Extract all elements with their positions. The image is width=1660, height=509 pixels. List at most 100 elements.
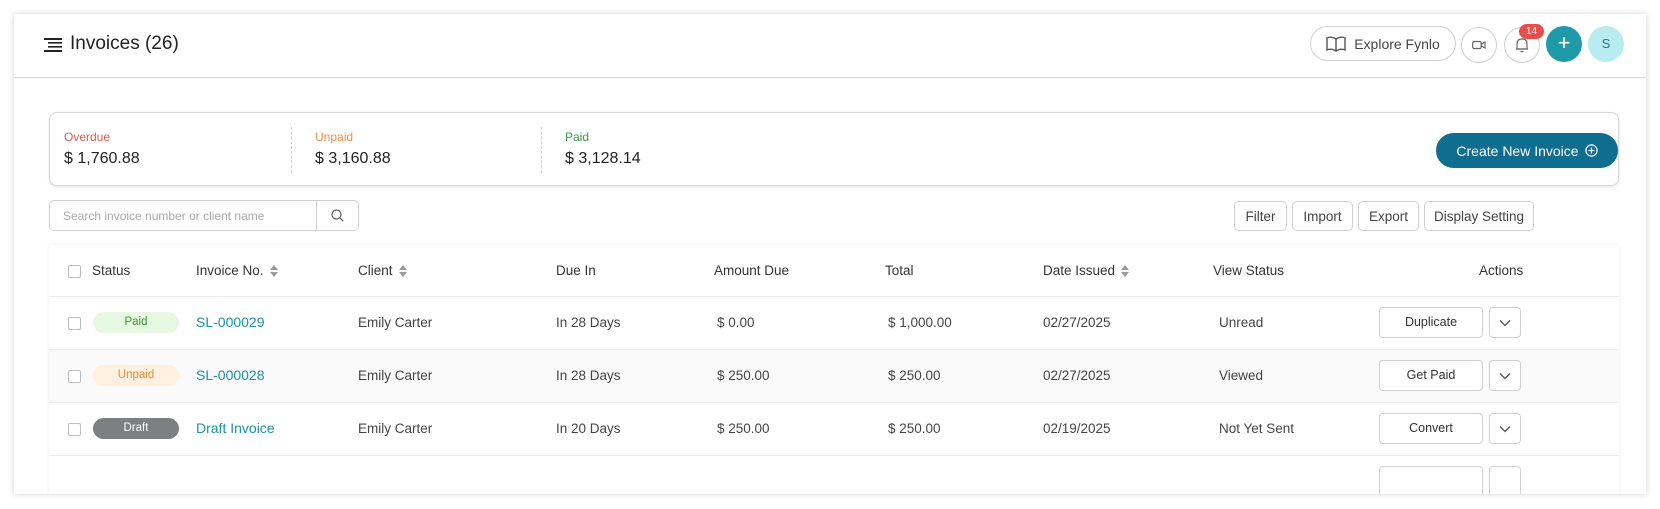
create-invoice-label: Create New Invoice: [1456, 142, 1579, 159]
row-actions-dropdown[interactable]: [1489, 413, 1521, 444]
paid-label: Paid: [565, 130, 590, 144]
header-date-issued-label: Date Issued: [1043, 263, 1116, 278]
total: $ 250.00: [888, 368, 941, 383]
row-actions-dropdown[interactable]: [1489, 466, 1521, 494]
display-setting-button[interactable]: Display Setting: [1424, 201, 1534, 231]
menu-icon[interactable]: [44, 38, 62, 52]
invoice-number-link[interactable]: Draft Invoice: [196, 420, 275, 436]
overdue-label: Overdue: [64, 130, 111, 144]
unpaid-stat: Unpaid $ 3,160.88: [315, 113, 535, 187]
header-date-issued[interactable]: Date Issued: [1043, 263, 1130, 278]
due-in: In 20 Days: [556, 421, 621, 436]
date-issued: 02/27/2025: [1043, 368, 1111, 383]
add-button[interactable]: +: [1546, 26, 1582, 62]
header-client[interactable]: Client: [358, 263, 407, 278]
avatar[interactable]: S: [1588, 26, 1624, 62]
sort-icon: [269, 264, 278, 277]
top-bar: Invoices (26) Explore Fynlo 14 + S: [14, 14, 1646, 78]
sort-icon: [1121, 264, 1130, 277]
plus-circle-icon: [1584, 144, 1598, 157]
search-bar: [49, 200, 359, 231]
client-name: Emily Carter: [358, 315, 433, 330]
row-checkbox[interactable]: [68, 317, 81, 330]
row-actions-dropdown[interactable]: [1489, 307, 1521, 338]
status-badge: Unpaid: [93, 365, 179, 386]
convert-button[interactable]: Convert: [1379, 413, 1483, 444]
invoice-number-link[interactable]: SL-000029: [196, 314, 265, 330]
table-row[interactable]: Unpaid SL-000028 Emily Carter In 28 Days…: [49, 350, 1619, 403]
video-icon: [1472, 40, 1486, 50]
page-title: Invoices (26): [70, 33, 179, 54]
amount-due: $ 250.00: [717, 421, 770, 436]
due-in: In 28 Days: [556, 368, 621, 383]
header-total: Total: [885, 263, 914, 278]
select-all-checkbox[interactable]: [68, 265, 81, 278]
header-invoice-no-label: Invoice No.: [196, 263, 264, 278]
search-input[interactable]: [50, 201, 316, 230]
status-badge: Paid: [93, 312, 179, 333]
table-row[interactable]: Draft Draft Invoice Emily Carter In 20 D…: [49, 403, 1619, 456]
due-in: In 28 Days: [556, 315, 621, 330]
row-actions-dropdown[interactable]: [1489, 360, 1521, 391]
explore-label: Explore Fynlo: [1354, 35, 1440, 52]
chevron-down-icon: [1499, 319, 1511, 326]
book-icon: [1326, 36, 1346, 52]
filter-button[interactable]: Filter: [1234, 201, 1287, 231]
create-invoice-button[interactable]: Create New Invoice: [1436, 133, 1618, 168]
header-total-label: Total: [885, 263, 914, 278]
invoice-table: Status Invoice No. Client Due In Amount …: [49, 245, 1619, 494]
divider: [291, 127, 292, 173]
import-button[interactable]: Import: [1292, 201, 1353, 231]
search-icon: [331, 209, 344, 222]
table-row[interactable]: Paid SL-000029 Emily Carter In 28 Days $…: [49, 297, 1619, 350]
view-status: Viewed: [1219, 368, 1264, 383]
header-amount-due-label: Amount Due: [714, 263, 790, 278]
bell-icon: [1516, 38, 1528, 53]
overdue-value: $ 1,760.88: [64, 150, 140, 167]
get-paid-button[interactable]: Get Paid: [1379, 360, 1483, 391]
header-status: Status: [92, 263, 130, 278]
export-button[interactable]: Export: [1358, 201, 1419, 231]
paid-value: $ 3,128.14: [565, 150, 641, 167]
view-status: Not Yet Sent: [1219, 421, 1295, 436]
search-button[interactable]: [316, 201, 358, 230]
header-invoice-no[interactable]: Invoice No.: [196, 263, 278, 278]
header-view-status: View Status: [1213, 263, 1284, 278]
amount-due: $ 250.00: [717, 368, 770, 383]
paid-stat: Paid $ 3,128.14: [565, 113, 785, 187]
date-issued: 02/19/2025: [1043, 421, 1111, 436]
unpaid-value: $ 3,160.88: [315, 150, 391, 167]
table-row[interactable]: [49, 456, 1619, 494]
total: $ 1,000.00: [888, 315, 952, 330]
header-amount-due: Amount Due: [714, 263, 789, 278]
date-issued: 02/27/2025: [1043, 315, 1111, 330]
invoice-number-link[interactable]: SL-000028: [196, 367, 265, 383]
explore-button[interactable]: Explore Fynlo: [1310, 26, 1456, 61]
chevron-down-icon: [1499, 372, 1511, 379]
unpaid-label: Unpaid: [315, 130, 354, 144]
notification-count-badge: 14: [1519, 24, 1544, 39]
view-status: Unread: [1219, 315, 1264, 330]
app-window: Invoices (26) Explore Fynlo 14 + S Overd…: [14, 14, 1646, 494]
row-checkbox[interactable]: [68, 370, 81, 383]
client-name: Emily Carter: [358, 368, 433, 383]
client-name: Emily Carter: [358, 421, 433, 436]
duplicate-button[interactable]: Duplicate: [1379, 307, 1483, 338]
header-due-in-label: Due In: [556, 263, 596, 278]
invoice-summary-card: Overdue $ 1,760.88 Unpaid $ 3,160.88 Pai…: [49, 112, 1619, 186]
row-checkbox[interactable]: [68, 423, 81, 436]
header-actions-label: Actions: [1479, 263, 1524, 278]
amount-due: $ 0.00: [717, 315, 755, 330]
header-status-label: Status: [92, 263, 131, 278]
status-badge: Draft: [93, 418, 179, 439]
chevron-down-icon: [1499, 425, 1511, 432]
overdue-stat: Overdue $ 1,760.88: [64, 113, 284, 187]
table-header: Status Invoice No. Client Due In Amount …: [49, 245, 1619, 297]
header-due-in: Due In: [556, 263, 596, 278]
video-button[interactable]: [1461, 27, 1497, 63]
header-actions: Actions: [1479, 263, 1523, 278]
header-view-status-label: View Status: [1213, 263, 1285, 278]
divider: [541, 127, 542, 173]
header-client-label: Client: [358, 263, 393, 278]
row-action-button[interactable]: [1379, 466, 1483, 494]
